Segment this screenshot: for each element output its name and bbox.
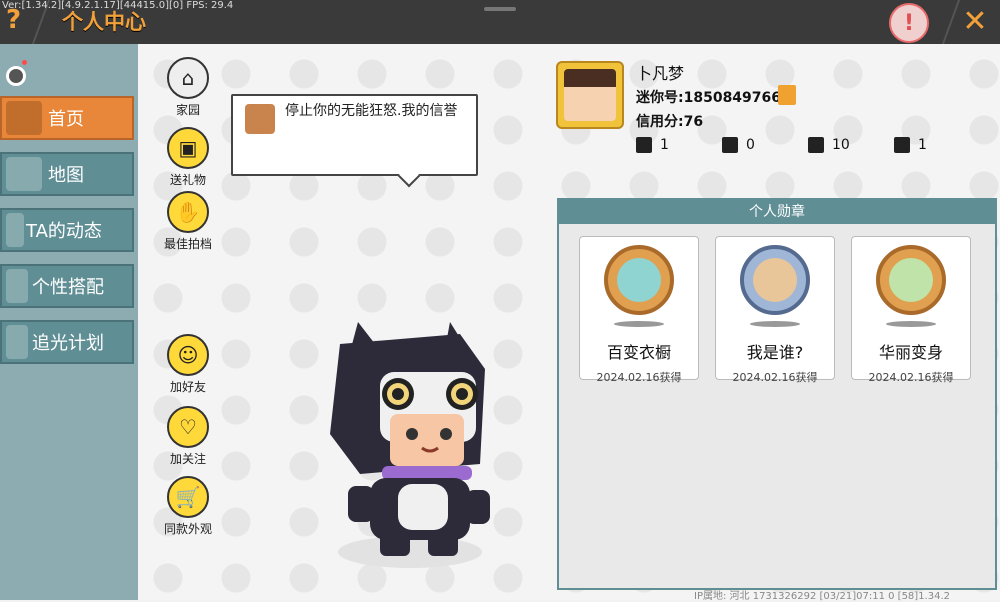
medal-date: 2024.02.16获得 <box>596 371 682 384</box>
pull-handle[interactable] <box>484 7 516 11</box>
credit-score: 信用分:76 <box>636 114 704 130</box>
player-id: 迷你号:1850849766 <box>636 90 782 106</box>
action-label: 家园 <box>175 103 200 117</box>
action-label: 加好友 <box>169 380 206 394</box>
emoji-icon <box>245 104 275 134</box>
medal-name: 我是谁? <box>746 343 804 362</box>
add-friend-icon: ☺ <box>167 334 209 376</box>
player-name: 卜凡梦 <box>636 64 685 83</box>
notification-dot <box>22 60 27 65</box>
person-icon <box>722 137 738 153</box>
stat-value: 1 <box>660 137 669 153</box>
outfit-icon <box>6 269 28 303</box>
medal-name: 华丽变身 <box>878 343 943 362</box>
action-label: 同款外观 <box>163 522 212 536</box>
handshake-icon: ✋ <box>167 191 209 233</box>
sidebar-item-label: 首页 <box>48 109 84 130</box>
wardrobe-medal-icon <box>604 245 674 315</box>
medal-date: 2024.02.16获得 <box>868 371 954 384</box>
map-icon <box>6 157 42 191</box>
medals-panel: 个人勋章 百变衣橱 2024.02.16获得 我是谁? 2024.02.16获得… <box>557 198 997 590</box>
toggle-icon[interactable] <box>6 66 26 86</box>
gift-button[interactable]: ▣ 送礼物 <box>158 127 218 188</box>
stat-value: 10 <box>832 137 850 153</box>
action-label: 送礼物 <box>169 173 206 187</box>
action-label: 加关注 <box>169 452 206 466</box>
home-button[interactable]: ⌂ 家园 <box>158 57 218 118</box>
sidebar-item-outfit[interactable]: 个性搭配 <box>0 264 134 308</box>
sidebar: 首页 地图 TA的动态 个性搭配 追光计划 <box>0 44 138 600</box>
copy-icon[interactable] <box>778 85 796 105</box>
stat-popularity[interactable]: 10 <box>808 137 850 153</box>
medal-card[interactable]: 我是谁? 2024.02.16获得 <box>715 236 835 384</box>
cart-icon: 🛒 <box>167 476 209 518</box>
stat-favor[interactable]: 1 <box>894 137 927 153</box>
bell-icon <box>6 213 24 247</box>
transform-medal-icon <box>876 245 946 315</box>
close-icon: ✕ <box>962 3 988 39</box>
sidebar-item-label: TA的动态 <box>26 221 102 242</box>
heart-icon: ♡ <box>167 406 209 448</box>
stat-value: 1 <box>918 137 927 153</box>
stat-value: 0 <box>746 137 755 153</box>
action-label: 最佳拍档 <box>163 237 212 251</box>
avatar[interactable] <box>556 61 624 129</box>
sidebar-item-label: 追光计划 <box>32 333 104 354</box>
id-card-medal-icon <box>740 245 810 315</box>
sidebar-item-home[interactable]: 首页 <box>0 96 134 140</box>
page-title: 个人中心 <box>62 10 146 34</box>
medal-card[interactable]: 百变衣橱 2024.02.16获得 <box>579 236 699 384</box>
sidebar-item-label: 地图 <box>48 165 84 186</box>
medal-date: 2024.02.16获得 <box>732 371 818 384</box>
character-model[interactable] <box>320 314 490 574</box>
speech-bubble: 停止你的无能狂怒.我的信誉 <box>231 94 478 188</box>
add-friend-button[interactable]: ☺ 加好友 <box>158 334 218 395</box>
bubble-text: 停止你的无能狂怒.我的信誉 <box>285 103 458 119</box>
stat-fans[interactable]: 0 <box>722 137 755 153</box>
plus-icon <box>636 137 652 153</box>
follow-button[interactable]: ♡ 加关注 <box>158 406 218 467</box>
sidebar-item-map[interactable]: 地图 <box>0 152 134 196</box>
same-outfit-button[interactable]: 🛒 同款外观 <box>158 476 218 537</box>
stat-likes[interactable]: 1 <box>636 137 669 153</box>
sidebar-item-label: 个性搭配 <box>32 277 104 298</box>
character-figure <box>330 322 490 568</box>
medals-title: 个人勋章 <box>559 200 995 224</box>
shirt-icon <box>6 101 42 135</box>
report-button[interactable]: ! <box>889 3 929 43</box>
home-icon: ⌂ <box>167 57 209 99</box>
gift-icon: ▣ <box>167 127 209 169</box>
sidebar-item-feed[interactable]: TA的动态 <box>0 208 134 252</box>
best-partner-button[interactable]: ✋ 最佳拍档 <box>158 191 218 252</box>
heart-icon <box>894 137 910 153</box>
fire-icon <box>808 137 824 153</box>
avatar-hair <box>564 69 616 87</box>
medal-card[interactable]: 华丽变身 2024.02.16获得 <box>851 236 971 384</box>
plan-icon <box>6 325 28 359</box>
sidebar-item-plan[interactable]: 追光计划 <box>0 320 134 364</box>
warning-icon: ! <box>903 10 915 36</box>
medal-name: 百变衣橱 <box>606 343 671 362</box>
close-button[interactable]: ✕ <box>958 3 992 39</box>
